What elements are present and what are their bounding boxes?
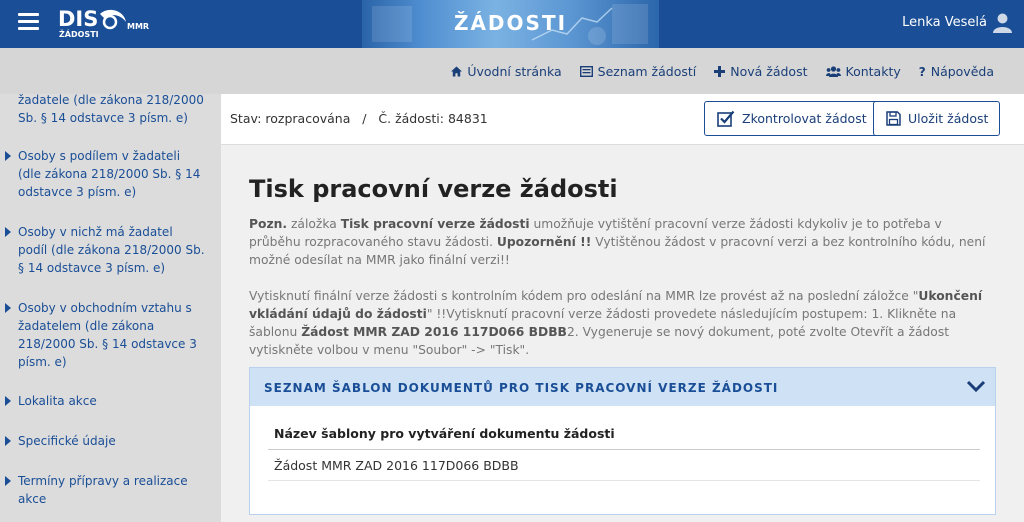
- template-row[interactable]: Žádost MMR ZAD 2016 117D066 BDBB: [274, 458, 519, 473]
- sidebar-item-label: žadatele (dle zákona 218/2000 Sb. § 14 o…: [18, 94, 204, 125]
- logo[interactable]: DIS ŽÁDOSTI MMR: [58, 7, 149, 39]
- main-area: Stav: rozpracována / Č. žádosti: 84831 Z…: [221, 94, 1024, 522]
- nav-help-label: Nápověda: [930, 64, 994, 79]
- check-request-label: Zkontrolovat žádost: [742, 111, 867, 126]
- user-name[interactable]: Lenka Veselá: [902, 15, 987, 30]
- note-text: záložka: [287, 217, 341, 231]
- logo-mmr-text: MMR: [127, 22, 150, 31]
- app-banner: ŽÁDOSTI: [362, 0, 659, 48]
- sidebar-item-applicant-related[interactable]: žadatele (dle zákona 218/2000 Sb. § 14 o…: [0, 94, 221, 129]
- logo-sub-text: ŽÁDOSTI: [59, 30, 99, 39]
- top-navigation: Úvodní stránka Seznam žádostí Nová žádos…: [0, 48, 1024, 94]
- instructions-text: Vytisknutí finální verze žádosti s kontr…: [249, 289, 919, 303]
- caret-right-icon: [5, 476, 11, 486]
- template-name: Žádost MMR ZAD 2016 117D066 BDBB: [301, 325, 567, 339]
- sidebar-item-label: Osoby v nichž má žadatel podíl (dle záko…: [18, 225, 205, 275]
- note-label: Pozn.: [249, 217, 288, 231]
- logo-main-text: DIS: [58, 7, 99, 31]
- logo-swoosh-icon: [100, 9, 126, 30]
- caret-right-icon: [5, 151, 11, 161]
- status-bar: Stav: rozpracována / Č. žádosti: 84831 Z…: [221, 94, 1024, 145]
- warning-label: Upozornění !!: [496, 235, 592, 249]
- nav-home-label: Úvodní stránka: [467, 64, 562, 79]
- template-column-header: Název šablony pro vytváření dokumentu žá…: [274, 426, 615, 441]
- templates-panel-header[interactable]: SEZNAM ŠABLON DOKUMENTŮ PRO TISK PRACOVN…: [250, 368, 995, 406]
- banner-title: ŽÁDOSTI: [453, 11, 568, 35]
- caret-right-icon: [5, 227, 11, 237]
- chevron-down-icon[interactable]: [966, 379, 986, 393]
- nav-request-list[interactable]: Seznam žádostí: [579, 64, 697, 79]
- sidebar-item-location[interactable]: Lokalita akce: [0, 392, 221, 412]
- content-area: Tisk pracovní verze žádosti Pozn. záložk…: [221, 145, 1024, 522]
- sidebar-item-label: Osoby s podílem v žadateli (dle zákona 2…: [18, 149, 201, 199]
- instructions-paragraph: Vytisknutí finální verze žádosti s kontr…: [249, 287, 989, 359]
- sidebar-item-holdings[interactable]: Osoby v nichž má žadatel podíl (dle záko…: [0, 223, 221, 279]
- nav-contacts[interactable]: Kontakty: [825, 64, 901, 79]
- nav-new-request-label: Nová žádost: [730, 64, 808, 79]
- save-request-label: Uložit žádost: [908, 111, 989, 126]
- nav-new-request[interactable]: Nová žádost: [714, 64, 808, 79]
- nav-request-list-label: Seznam žádostí: [597, 64, 697, 79]
- page-title: Tisk pracovní verze žádosti: [249, 175, 618, 203]
- save-request-button[interactable]: Uložit žádost: [873, 101, 1001, 136]
- sidebar-item-label: Lokalita akce: [18, 394, 97, 408]
- app-header: DIS ŽÁDOSTI MMR ŽÁDOSTI Lenka Veselá: [0, 0, 1024, 48]
- users-icon: [825, 66, 841, 77]
- nav-help[interactable]: ? Nápověda: [919, 64, 994, 79]
- sidebar-item-label: Osoby v obchodním vztahu s žadatelem (dl…: [18, 301, 197, 369]
- templates-panel: SEZNAM ŠABLON DOKUMENTŮ PRO TISK PRACOVN…: [249, 367, 996, 515]
- check-request-button[interactable]: Zkontrolovat žádost: [704, 101, 879, 136]
- home-icon: [451, 66, 463, 77]
- sidebar-item-specific-data[interactable]: Specifické údaje: [0, 432, 221, 452]
- menu-icon[interactable]: [18, 13, 39, 30]
- caret-right-icon: [5, 396, 11, 406]
- table-divider: [268, 449, 980, 450]
- note-paragraph: Pozn. záložka Tisk pracovní verze žádost…: [249, 215, 989, 269]
- sidebar-item-label: Termíny přípravy a realizace akce: [18, 474, 188, 506]
- sidebar-item-label: Specifické údaje: [18, 434, 116, 448]
- templates-panel-title: SEZNAM ŠABLON DOKUMENTŮ PRO TISK PRACOVN…: [264, 381, 779, 395]
- list-icon: [579, 66, 593, 77]
- nav-contacts-label: Kontakty: [845, 64, 901, 79]
- user-icon[interactable]: [993, 13, 1012, 33]
- checkbox-icon: [717, 110, 735, 127]
- save-icon: [886, 111, 901, 126]
- table-divider: [268, 480, 980, 481]
- request-status: Stav: rozpracována / Č. žádosti: 84831: [230, 111, 488, 126]
- sidebar-item-shareholders[interactable]: Osoby s podílem v žadateli (dle zákona 2…: [0, 147, 221, 203]
- sidebar-item-business-relations[interactable]: Osoby v obchodním vztahu s žadatelem (dl…: [0, 299, 221, 373]
- caret-right-icon: [5, 436, 11, 446]
- question-icon: ?: [918, 64, 926, 79]
- sidebar-item-schedule[interactable]: Termíny přípravy a realizace akce: [0, 472, 221, 510]
- nav-home[interactable]: Úvodní stránka: [451, 64, 562, 79]
- sidebar: žadatele (dle zákona 218/2000 Sb. § 14 o…: [0, 94, 221, 522]
- caret-right-icon: [5, 303, 11, 313]
- plus-icon: [714, 66, 726, 77]
- note-tab-name: Tisk pracovní verze žádosti: [340, 217, 530, 231]
